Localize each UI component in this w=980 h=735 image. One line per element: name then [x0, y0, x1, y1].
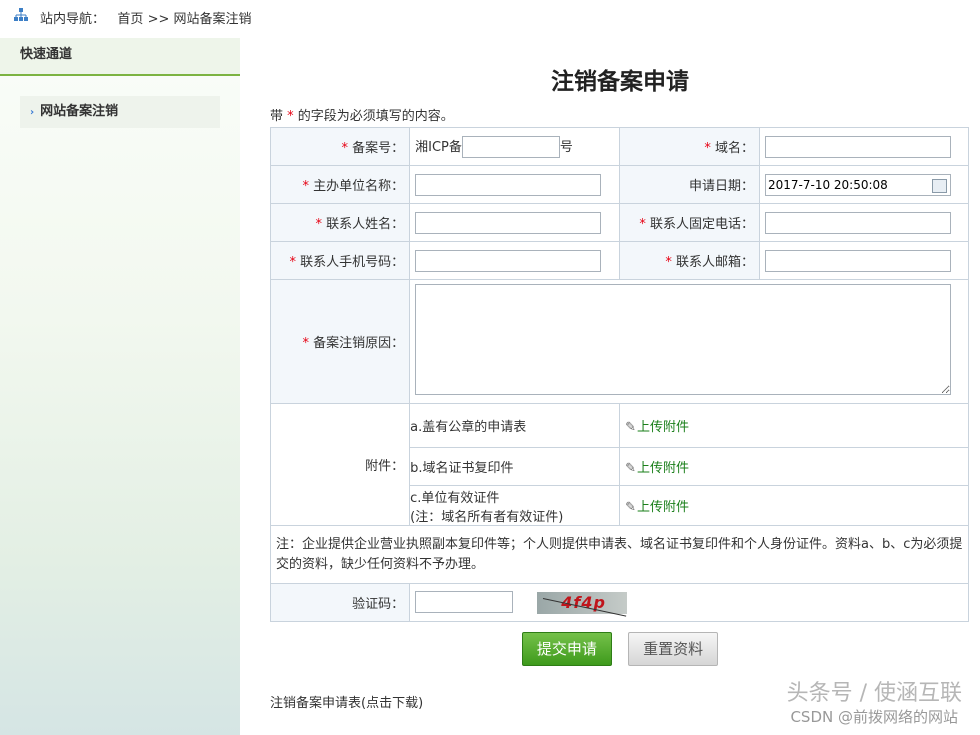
watermark-text: 头条号 / 使涵互联 [786, 681, 962, 706]
contact-name-input[interactable] [415, 211, 602, 234]
required-star: * [287, 109, 294, 124]
captcha-input[interactable] [415, 591, 514, 614]
breadcrumb: 站内导航： 首页 >> 网站备案注销 [40, 8, 252, 27]
sidebar-item-website-record-cancel[interactable]: › 网站备案注销 [20, 96, 220, 128]
submit-button[interactable]: 提交申请 [521, 632, 612, 666]
beian-no-label: * 备案号： [269, 127, 411, 166]
contact-email-input[interactable] [764, 249, 951, 272]
attachment-c-name: c.单位有效证件 (注：域名所有者有效证件) [409, 485, 621, 526]
domain-label: * 域名： [619, 127, 760, 166]
paperclip-icon: ✎ [625, 500, 636, 515]
required-note: 带 * 的字段为必须填写的内容。 [270, 105, 970, 125]
beian-suffix: 号 [559, 139, 573, 155]
org-name-input[interactable] [415, 173, 602, 196]
captcha-label: 验证码： [269, 583, 411, 622]
contact-tel-input[interactable] [764, 211, 951, 234]
application-form: * 备案号： 湘ICP备 号 * 域名： * 主办单位名称： 申请日期： * 联系… [269, 127, 970, 622]
contact-tel-label: * 联系人固定电话： [619, 203, 760, 242]
page-title: 注销备案申请 [551, 69, 689, 95]
chevron-right-icon: › [30, 107, 35, 118]
breadcrumb-label: 站内导航： [40, 12, 106, 27]
attachment-b-name: b.域名证书复印件 [409, 447, 621, 486]
domain-input[interactable] [764, 135, 951, 158]
paperclip-icon: ✎ [625, 461, 636, 476]
upload-attachment-a[interactable]: ✎上传附件 [625, 420, 689, 435]
captcha-image[interactable]: 4f4p [537, 591, 628, 617]
apply-date-label: 申请日期： [619, 165, 760, 204]
upload-attachment-b[interactable]: ✎上传附件 [625, 461, 689, 476]
top-navigation-bar: 站内导航： 首页 >> 网站备案注销 [0, 0, 980, 34]
main-content: 注销备案申请 带 * 的字段为必须填写的内容。 * 备案号： 湘ICP备 号 * … [269, 38, 970, 711]
beian-no-input[interactable] [461, 135, 560, 158]
contact-name-label: * 联系人姓名： [269, 203, 411, 242]
sidebar-item-label: 网站备案注销 [40, 104, 119, 119]
sidebar-header: 快速通道 [0, 38, 240, 76]
apply-date-picker [764, 173, 951, 196]
org-name-label: * 主办单位名称： [269, 165, 411, 204]
breadcrumb-home-link[interactable]: 首页 [117, 12, 143, 27]
calendar-icon[interactable] [931, 178, 947, 193]
apply-date-input[interactable] [764, 173, 951, 196]
contact-mobile-label: * 联系人手机号码： [269, 241, 411, 280]
sidebar: 快速通道 › 网站备案注销 [0, 38, 240, 735]
form-buttons: 提交申请 重置资料 [270, 632, 970, 668]
reason-label: * 备案注销原因： [269, 279, 411, 404]
sitemap-icon [14, 8, 28, 21]
remark-text: 注：企业提供企业营业执照副本复印件等；个人则提供申请表、域名证书复印件和个人身份… [270, 525, 969, 584]
breadcrumb-separator: >> [147, 12, 170, 27]
note-suffix: 的字段为必须填写的内容。 [297, 109, 454, 124]
watermark-csdn: CSDN @前拨网络的网站 [790, 708, 958, 726]
paperclip-icon: ✎ [625, 420, 636, 435]
note-prefix: 带 [270, 109, 284, 124]
contact-email-label: * 联系人邮箱： [619, 241, 760, 280]
beian-prefix: 湘ICP备 [415, 139, 462, 155]
contact-mobile-input[interactable] [415, 249, 602, 272]
breadcrumb-current: 网站备案注销 [173, 12, 252, 27]
attachments-label: 附件： [269, 403, 411, 526]
upload-attachment-c[interactable]: ✎上传附件 [625, 500, 689, 515]
reset-button[interactable]: 重置资料 [628, 632, 719, 666]
attachment-a-name: a.盖有公章的申请表 [409, 403, 621, 448]
reason-textarea[interactable] [415, 284, 952, 395]
